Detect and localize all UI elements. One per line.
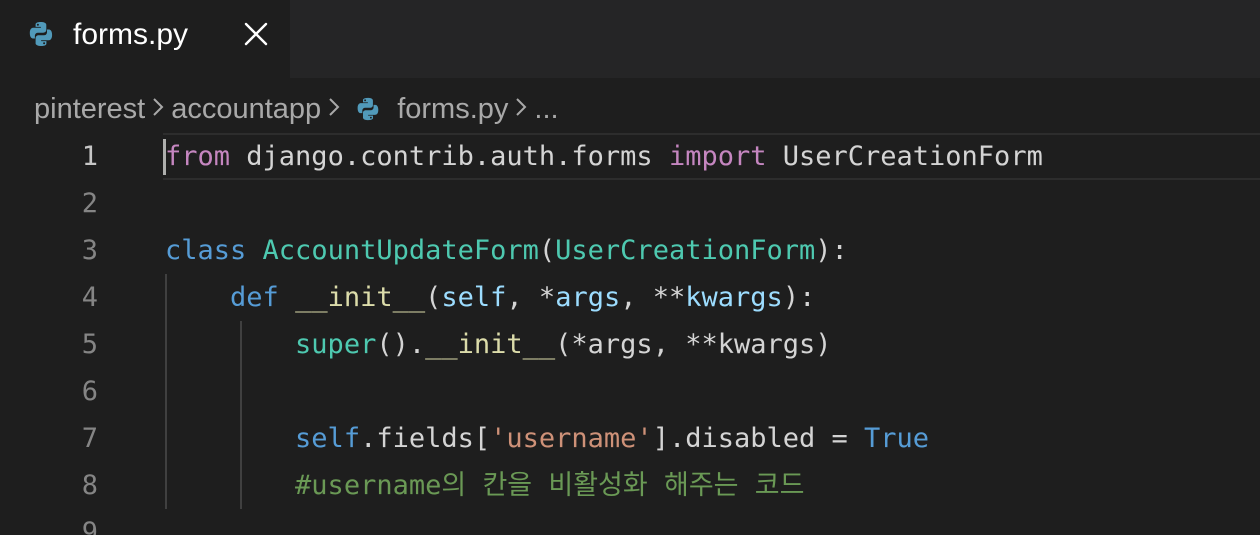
code-token: UserCreationForm bbox=[555, 235, 816, 266]
python-icon bbox=[357, 97, 379, 121]
code-line[interactable]: 1 from django.contrib.auth.forms import U… bbox=[0, 133, 1260, 180]
code-token: __init__ bbox=[295, 282, 426, 313]
line-number: 4 bbox=[81, 282, 98, 313]
line-number: 2 bbox=[81, 188, 98, 219]
code-text: def __init__(self, *args, **kwargs): bbox=[165, 274, 815, 321]
code-text: super().__init__(*args, **kwargs) bbox=[165, 321, 832, 368]
breadcrumb-item-accountapp[interactable]: accountapp bbox=[171, 93, 321, 126]
code-line[interactable]: 4 def __init__(self, *args, **kwargs): bbox=[0, 274, 1260, 321]
code-token: ): bbox=[815, 235, 848, 266]
code-token: ): bbox=[782, 282, 816, 313]
code-token: ].disabled = bbox=[652, 423, 865, 454]
code-token: import bbox=[668, 141, 767, 172]
code-token: (*args, **kwargs) bbox=[555, 329, 832, 360]
chevron-right-icon bbox=[145, 93, 171, 126]
close-icon bbox=[244, 22, 268, 46]
code-token: def bbox=[230, 282, 279, 313]
code-token: self bbox=[295, 423, 361, 454]
code-token: class bbox=[165, 235, 247, 266]
code-token: super bbox=[295, 329, 377, 360]
code-line[interactable]: 8 #username의 칸을 비활성화 해주는 코드 bbox=[0, 462, 1260, 509]
code-token: from bbox=[165, 141, 231, 172]
code-token: __init__ bbox=[425, 329, 556, 360]
code-token: .fields[ bbox=[360, 423, 491, 454]
breadcrumb-item-forms-py[interactable]: forms.py bbox=[397, 93, 508, 126]
code-text: class AccountUpdateForm(UserCreationForm… bbox=[165, 227, 848, 274]
code-token: (). bbox=[376, 329, 426, 360]
line-number: 1 bbox=[81, 141, 98, 172]
code-token: args bbox=[555, 282, 621, 313]
code-text: #username의 칸을 비활성화 해주는 코드 bbox=[165, 462, 804, 509]
line-number: 6 bbox=[81, 376, 98, 407]
breadcrumb-item-symbols[interactable]: ... bbox=[534, 93, 558, 126]
code-token: ( bbox=[538, 235, 556, 266]
code-token: 'username' bbox=[490, 423, 653, 454]
code-text: self.fields['username'].disabled = True bbox=[165, 415, 929, 462]
line-number: 7 bbox=[81, 423, 98, 454]
breadcrumb-item-pinterest[interactable]: pinterest bbox=[34, 93, 145, 126]
code-line[interactable]: 7 self.fields['username'].disabled = Tru… bbox=[0, 415, 1260, 462]
code-token: #username의 칸을 비활성화 해주는 코드 bbox=[295, 470, 805, 501]
close-tab-button[interactable] bbox=[238, 16, 274, 52]
code-token: django.contrib.auth.forms bbox=[230, 141, 669, 172]
code-token: self bbox=[441, 282, 507, 313]
line-number: 5 bbox=[81, 329, 98, 360]
code-token: AccountUpdateForm bbox=[262, 235, 539, 266]
tab-forms-py[interactable]: forms.py bbox=[0, 0, 290, 78]
python-icon bbox=[29, 22, 53, 46]
code-token: UserCreationForm bbox=[766, 141, 1043, 172]
line-number: 8 bbox=[81, 470, 98, 501]
line-number: 3 bbox=[81, 235, 98, 266]
code-token: , * bbox=[506, 282, 556, 313]
code-line[interactable]: 9 bbox=[0, 509, 1260, 535]
chevron-right-icon bbox=[321, 93, 347, 126]
tab-bar: forms.py bbox=[0, 0, 1260, 78]
code-line[interactable]: 5 super().__init__(*args, **kwargs) bbox=[0, 321, 1260, 368]
text-cursor bbox=[163, 139, 166, 175]
code-line[interactable]: 2 bbox=[0, 180, 1260, 227]
code-token: ( bbox=[425, 282, 442, 313]
code-token: kwargs bbox=[685, 282, 783, 313]
code-token: True bbox=[864, 423, 930, 454]
breadcrumb: pinterest accountapp forms.py ... bbox=[34, 88, 559, 130]
chevron-right-icon bbox=[508, 93, 534, 126]
tab-label: forms.py bbox=[73, 18, 189, 51]
code-line[interactable]: 3 class AccountUpdateForm(UserCreationFor… bbox=[0, 227, 1260, 274]
line-number: 9 bbox=[81, 517, 98, 535]
code-text: from django.contrib.auth.forms import Us… bbox=[165, 133, 1043, 180]
code-token: , ** bbox=[620, 282, 686, 313]
code-line[interactable]: 6 bbox=[0, 368, 1260, 415]
code-editor[interactable]: 1 from django.contrib.auth.forms import U… bbox=[0, 133, 1260, 535]
